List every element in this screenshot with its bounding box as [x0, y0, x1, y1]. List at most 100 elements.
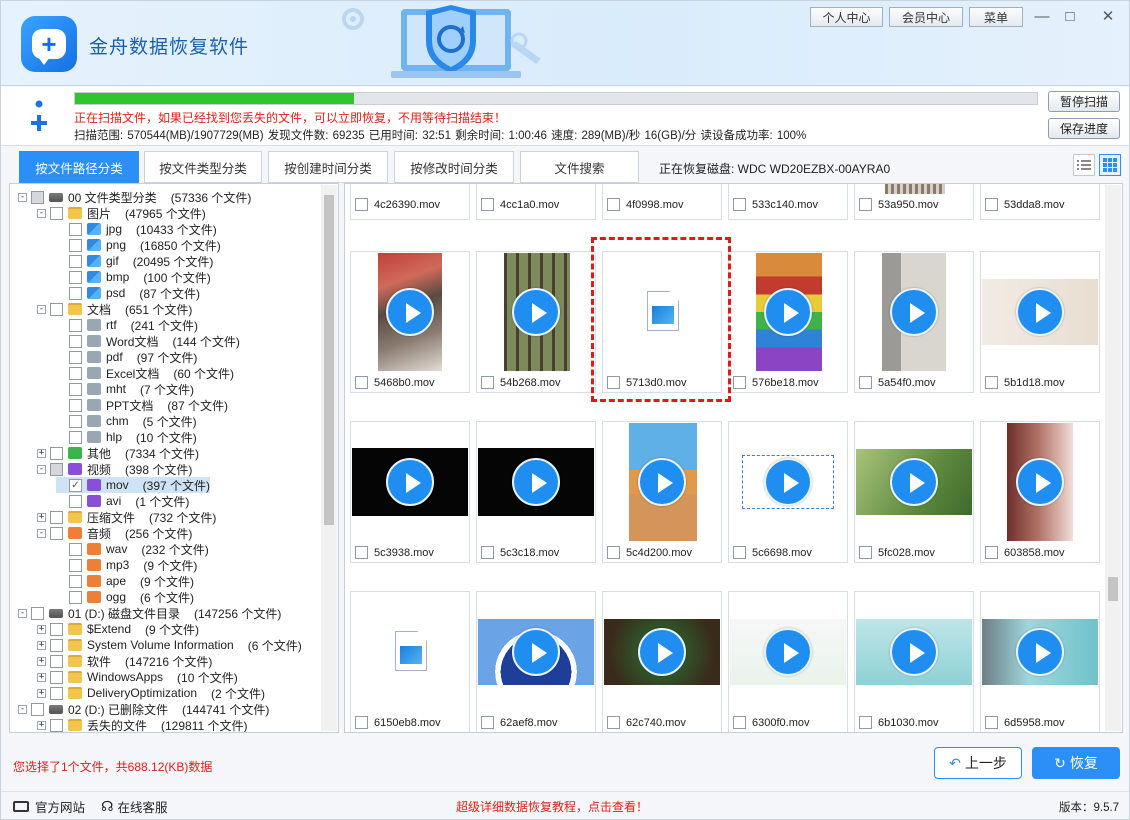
tree-checkbox[interactable]	[69, 222, 82, 236]
tree-node[interactable]: bmp (100 个文件)	[56, 269, 211, 285]
file-card[interactable]: 4cc1a0.mov	[476, 184, 596, 220]
play-icon[interactable]	[764, 628, 812, 676]
file-checkbox[interactable]	[355, 198, 368, 211]
tree-checkbox[interactable]	[69, 558, 82, 572]
tree-node[interactable]: psd (87 个文件)	[56, 285, 200, 301]
tree-checkbox[interactable]	[50, 638, 63, 652]
file-card[interactable]: 5c6698.mov	[728, 421, 848, 563]
file-card[interactable]: 6d5958.mov	[980, 591, 1100, 732]
tree-checkbox[interactable]	[69, 254, 82, 268]
tree-checkbox[interactable]	[69, 366, 82, 380]
expand-toggle-icon[interactable]: -	[37, 464, 46, 474]
file-card[interactable]: 5c4d200.mov	[602, 421, 722, 563]
tree-checkbox[interactable]	[69, 286, 82, 300]
tree-checkbox[interactable]	[69, 414, 82, 428]
file-card[interactable]: 576be18.mov	[728, 251, 848, 393]
tree-checkbox[interactable]	[50, 718, 63, 732]
file-card[interactable]: 62aef8.mov	[476, 591, 596, 732]
file-card[interactable]: 6150eb8.mov	[350, 591, 470, 732]
tree-checkbox[interactable]: ✓	[69, 478, 82, 492]
official-site-link[interactable]: 官方网站	[13, 797, 85, 816]
tree-checkbox[interactable]	[69, 382, 82, 396]
file-card[interactable]: 5fc028.mov	[854, 421, 974, 563]
expand-toggle-icon[interactable]: -	[18, 704, 27, 714]
tree-checkbox[interactable]	[31, 190, 44, 204]
tree-node[interactable]: Excel文档 (60 个文件)	[56, 365, 234, 381]
tree-scroll-thumb[interactable]	[324, 195, 334, 525]
file-card[interactable]: 6300f0.mov	[728, 591, 848, 732]
tree-checkbox[interactable]	[50, 526, 63, 540]
grid-view-icon[interactable]	[1099, 154, 1121, 176]
tree-node[interactable]: ape (9 个文件)	[56, 573, 194, 589]
tree-checkbox[interactable]	[50, 510, 63, 524]
minimize-icon[interactable]: —	[1031, 5, 1053, 27]
file-checkbox[interactable]	[481, 716, 494, 729]
tree-node[interactable]: - 文档 (651 个文件)	[37, 301, 192, 317]
tree-checkbox[interactable]	[69, 494, 82, 508]
file-checkbox[interactable]	[859, 376, 872, 389]
tree-node[interactable]: - 02 (D:) 已删除文件 (144741 个文件)	[18, 701, 269, 717]
expand-toggle-icon[interactable]: +	[37, 672, 46, 682]
expand-toggle-icon[interactable]: -	[18, 192, 27, 202]
file-card[interactable]: 6b1030.mov	[854, 591, 974, 732]
personal-center-button[interactable]: 个人中心	[810, 7, 883, 27]
tree-node[interactable]: + DeliveryOptimization (2 个文件)	[37, 685, 265, 701]
file-card[interactable]: 53dda8.mov	[980, 184, 1100, 220]
tree-checkbox[interactable]	[50, 670, 63, 684]
expand-toggle-icon[interactable]: +	[37, 688, 46, 698]
tree-checkbox[interactable]	[69, 238, 82, 252]
file-checkbox[interactable]	[355, 546, 368, 559]
play-icon[interactable]	[1016, 458, 1064, 506]
file-checkbox[interactable]	[733, 198, 746, 211]
grid-scroll-thumb[interactable]	[1108, 577, 1118, 601]
tree-node[interactable]: pdf (97 个文件)	[56, 349, 197, 365]
file-checkbox[interactable]	[859, 198, 872, 211]
file-card[interactable]: 4c26390.mov	[350, 184, 470, 220]
expand-toggle-icon[interactable]: +	[37, 656, 46, 666]
file-card[interactable]: 53a950.mov	[854, 184, 974, 220]
expand-toggle-icon[interactable]: -	[37, 208, 46, 218]
file-checkbox[interactable]	[859, 546, 872, 559]
expand-toggle-icon[interactable]: +	[37, 512, 46, 522]
tree-node[interactable]: PPT文档 (87 个文件)	[56, 397, 228, 413]
tree-checkbox[interactable]	[69, 318, 82, 332]
tree-node[interactable]: hlp (10 个文件)	[56, 429, 197, 445]
play-icon[interactable]	[764, 288, 812, 336]
tree-node[interactable]: Word文档 (144 个文件)	[56, 333, 240, 349]
file-checkbox[interactable]	[859, 716, 872, 729]
tab-by-path[interactable]: 按文件路径分类	[19, 151, 139, 183]
tree-checkbox[interactable]	[31, 606, 44, 620]
play-icon[interactable]	[890, 628, 938, 676]
tree-checkbox[interactable]	[50, 622, 63, 636]
tree-checkbox[interactable]	[69, 430, 82, 444]
file-card[interactable]: 603858.mov	[980, 421, 1100, 563]
tree-checkbox[interactable]	[50, 302, 63, 316]
file-checkbox[interactable]	[481, 376, 494, 389]
expand-toggle-icon[interactable]: +	[37, 448, 46, 458]
tree-node[interactable]: avi (1 个文件)	[56, 493, 189, 509]
tree-node[interactable]: - 音频 (256 个文件)	[37, 525, 192, 541]
expand-toggle-icon[interactable]: -	[37, 304, 46, 314]
play-icon[interactable]	[1016, 628, 1064, 676]
play-icon[interactable]	[386, 458, 434, 506]
tree-node[interactable]: + $Extend (9 个文件)	[37, 621, 199, 637]
play-icon[interactable]	[638, 628, 686, 676]
tree-node[interactable]: ✓ mov (397 个文件)	[56, 477, 211, 493]
file-checkbox[interactable]	[985, 198, 998, 211]
tab-by-created[interactable]: 按创建时间分类	[268, 151, 388, 183]
tree-checkbox[interactable]	[50, 446, 63, 460]
tree-node[interactable]: + WindowsApps (10 个文件)	[37, 669, 238, 685]
play-icon[interactable]	[890, 458, 938, 506]
tree-checkbox[interactable]	[69, 350, 82, 364]
close-icon[interactable]: ✕	[1097, 5, 1119, 27]
tree-checkbox[interactable]	[50, 462, 63, 476]
play-icon[interactable]	[386, 288, 434, 336]
file-card[interactable]: 5c3938.mov	[350, 421, 470, 563]
file-checkbox[interactable]	[607, 198, 620, 211]
file-checkbox[interactable]	[607, 546, 620, 559]
play-icon[interactable]	[764, 458, 812, 506]
tree-node[interactable]: + System Volume Information (6 个文件)	[37, 637, 302, 653]
maximize-icon[interactable]: □	[1059, 5, 1081, 27]
expand-toggle-icon[interactable]: -	[18, 608, 27, 618]
grid-scrollbar[interactable]	[1105, 185, 1121, 731]
